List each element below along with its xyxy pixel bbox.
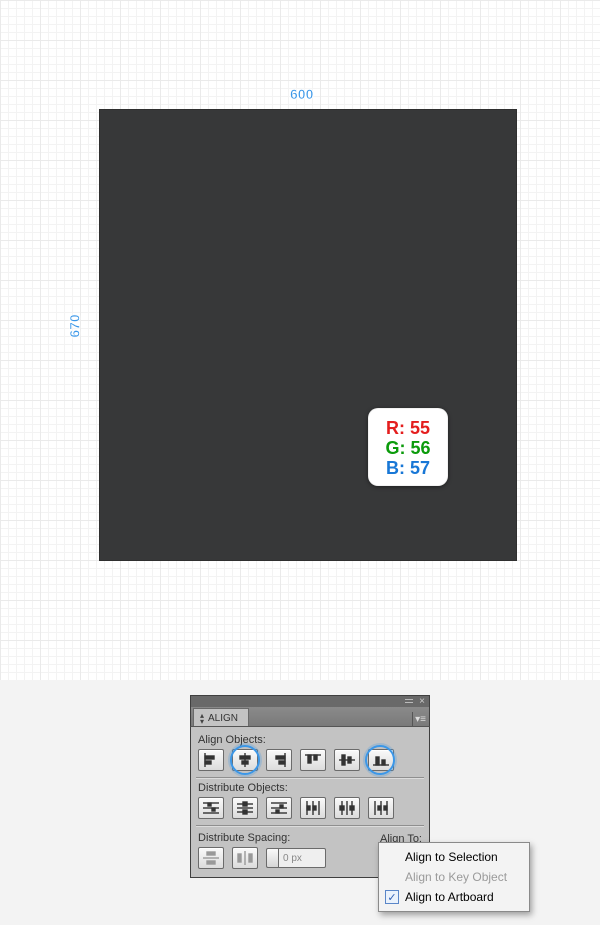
stepper-icon[interactable] [266, 848, 278, 868]
artboard-width-label: 600 [290, 86, 313, 102]
menu-align-to-selection[interactable]: Align to Selection [379, 847, 529, 867]
rgb-swatch-annotation: R: 55 G: 56 B: 57 [368, 408, 448, 486]
distribute-top-button[interactable] [198, 797, 224, 819]
menu-align-to-artboard[interactable]: ✓ Align to Artboard [379, 887, 529, 907]
panel-flyout-menu-icon[interactable]: ▾≡ [412, 712, 426, 726]
distribute-right-button[interactable] [368, 797, 394, 819]
distribute-horizontal-center-button[interactable] [334, 797, 360, 819]
align-vertical-center-button[interactable] [334, 749, 360, 771]
align-horizontal-center-button[interactable] [232, 749, 258, 771]
tab-align[interactable]: ▴▾ ALIGN [193, 708, 249, 726]
menu-align-to-key-object: Align to Key Object [379, 867, 529, 887]
distribute-horizontal-spacing-button[interactable] [232, 847, 258, 869]
distribute-vertical-spacing-button[interactable] [198, 847, 224, 869]
collapse-double-arrow-icon[interactable] [405, 698, 415, 705]
align-top-button[interactable] [300, 749, 326, 771]
artboard-height-label: 670 [67, 314, 83, 337]
distribute-spacing-label: Distribute Spacing: [198, 832, 326, 844]
tab-align-label: ALIGN [208, 713, 238, 724]
canvas-grid[interactable]: 600 670 R: 55 G: 56 B: 57 [0, 0, 600, 680]
artboard[interactable]: R: 55 G: 56 B: 57 [100, 110, 516, 560]
align-to-flyout-menu[interactable]: Align to Selection Align to Key Object ✓… [378, 842, 530, 912]
distribute-vertical-center-button[interactable] [232, 797, 258, 819]
distribute-bottom-button[interactable] [266, 797, 292, 819]
updown-icon: ▴▾ [200, 713, 204, 725]
distribute-objects-label: Distribute Objects: [198, 782, 422, 794]
panel-tab-row: ▴▾ ALIGN ▾≡ [190, 707, 430, 727]
menu-item-label: Align to Selection [405, 850, 498, 864]
rgb-b-value: B: 57 [368, 458, 448, 478]
align-objects-label: Align Objects: [198, 734, 422, 746]
check-icon: ✓ [385, 890, 399, 904]
close-icon[interactable]: × [417, 698, 427, 706]
rgb-r-value: R: 55 [368, 418, 448, 438]
menu-item-label: Align to Key Object [405, 870, 507, 884]
spacing-value-field[interactable] [278, 848, 326, 868]
spacing-input[interactable] [266, 848, 326, 868]
distribute-left-button[interactable] [300, 797, 326, 819]
align-right-button[interactable] [266, 749, 292, 771]
rgb-g-value: G: 56 [368, 438, 448, 458]
align-bottom-button[interactable] [368, 749, 394, 771]
menu-item-label: Align to Artboard [405, 890, 494, 904]
panel-titlebar[interactable]: × [190, 695, 430, 707]
align-left-button[interactable] [198, 749, 224, 771]
